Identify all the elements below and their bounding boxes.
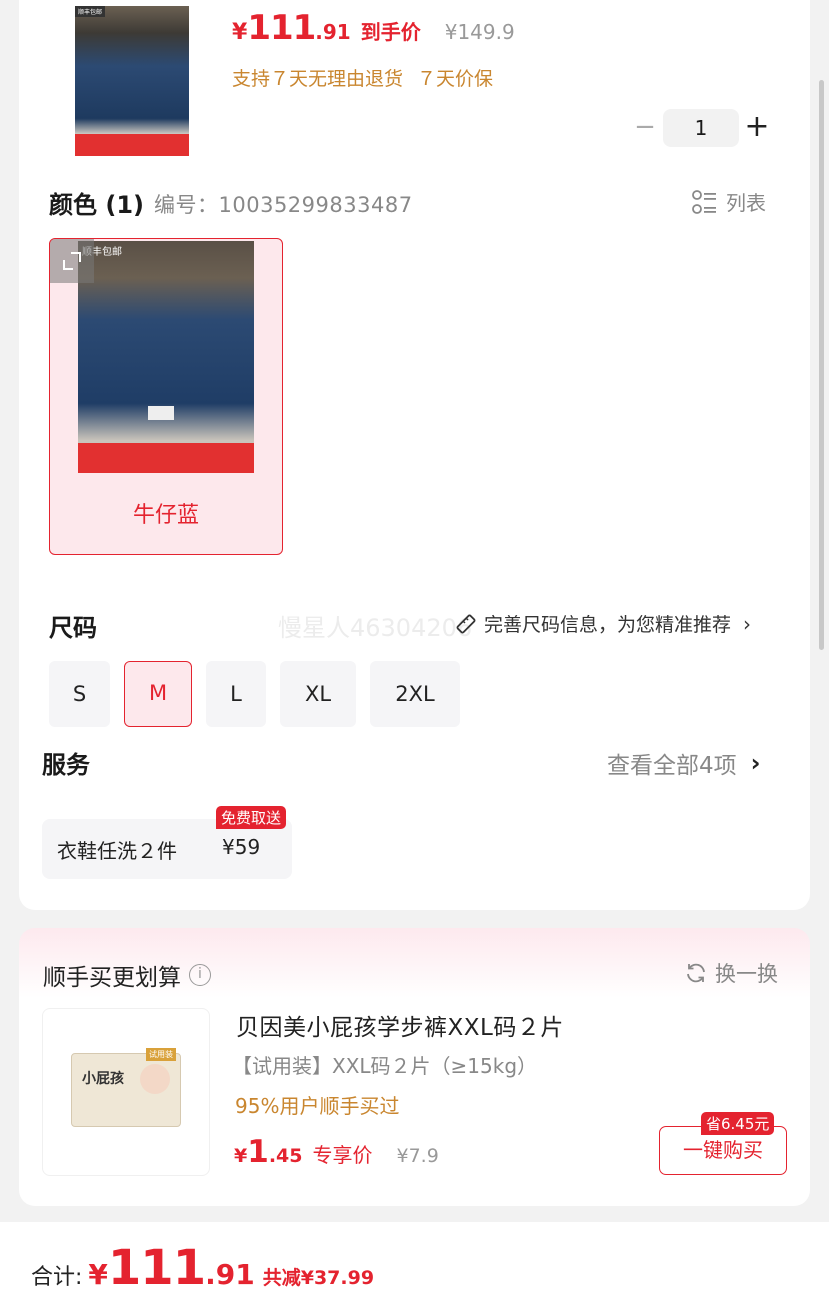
size-recommend-text: 完善尺码信息，为您精准推荐	[484, 614, 732, 636]
service-view-all-label: 查看全部4项	[607, 753, 737, 779]
service-view-all[interactable]: 查看全部4项 ›	[607, 746, 761, 780]
addon-title-text: 顺手买更划算	[43, 965, 181, 991]
addon-product-name[interactable]: 贝因美小屁孩学步裤XXL码２片	[236, 1008, 564, 1042]
total-decimal: .91	[205, 1258, 255, 1291]
swap-label: 换一换	[715, 962, 778, 986]
addon-price-row: ¥ 1 .45 专享价 ¥7.9	[234, 1134, 439, 1170]
price-protection: ７天价保	[417, 68, 494, 90]
scrollbar[interactable]	[819, 80, 824, 650]
increase-button[interactable]: +	[744, 108, 770, 148]
sku-number: 编号：10035299833487	[154, 193, 413, 217]
price-integer: 111	[247, 8, 316, 48]
addon-product-image[interactable]: 试用装 小屁孩	[42, 1008, 210, 1176]
total-integer: 111	[107, 1240, 206, 1296]
quantity-input[interactable]: 1	[663, 109, 739, 147]
addon-price-decimal: .45	[268, 1145, 303, 1167]
price-label: 到手价	[360, 20, 421, 44]
list-view-toggle[interactable]: 列表	[692, 187, 766, 216]
decrease-button[interactable]: −	[632, 108, 658, 148]
service-price: ¥59	[222, 835, 261, 859]
diaper-pack-image: 试用装 小屁孩	[71, 1048, 181, 1127]
price-currency: ¥	[232, 20, 248, 45]
original-price: ¥149.9	[444, 20, 515, 44]
size-option-m[interactable]: M	[124, 661, 192, 727]
addon-price-label: 专享价	[312, 1143, 373, 1167]
shipping-tag: 顺丰包邮	[75, 6, 106, 17]
size-option-l[interactable]: L	[206, 661, 266, 727]
pack-text: 小屁孩	[82, 1071, 124, 1087]
addon-users-text: 95%用户顺手买过	[235, 1094, 400, 1118]
total-label: 合计:	[31, 1265, 83, 1290]
service-badge: 免费取送	[216, 806, 287, 829]
swap-button[interactable]: 换一换	[684, 958, 778, 988]
addon-product-spec: 【试用装】XXL码２片（≥15kg）	[232, 1054, 538, 1078]
info-icon[interactable]: i	[189, 964, 211, 986]
size-option-xl[interactable]: XL	[280, 661, 356, 727]
service-name: 衣鞋任洗２件	[57, 839, 177, 863]
save-badge: 省6.45元	[701, 1112, 775, 1135]
addon-price-integer: 1	[247, 1134, 269, 1170]
chevron-right-icon: ›	[750, 749, 761, 777]
total-currency: ¥	[88, 1258, 108, 1291]
price-row: ¥ 111 .91 到手价 ¥149.9	[232, 8, 515, 48]
color-option-denim-blue[interactable]: 顺丰包邮 牛仔蓝	[49, 238, 283, 555]
size-section-title: 尺码	[49, 614, 97, 642]
list-label: 列表	[726, 191, 766, 215]
policy-row: 支持７天无理由退货 ７天价保	[232, 64, 493, 91]
size-option-2xl[interactable]: 2XL	[370, 661, 460, 727]
size-option-s[interactable]: S	[49, 661, 110, 727]
return-policy: 支持７天无理由退货	[232, 68, 404, 90]
price-decimal: .91	[315, 20, 351, 44]
addon-price-currency: ¥	[234, 1145, 248, 1167]
total-row: 合计: ¥ 111 .91 共减¥37.99	[31, 1240, 374, 1296]
chevron-right-icon: ›	[743, 611, 752, 636]
color-option-name: 牛仔蓝	[132, 503, 199, 528]
product-thumbnail: 顺丰包邮	[75, 6, 189, 156]
color-option-image	[78, 241, 254, 473]
color-section-title: 颜色 (1)	[49, 191, 144, 219]
addon-section-title: 顺手买更划算 i	[43, 958, 211, 992]
size-recommend-link[interactable]: 完善尺码信息，为您精准推荐 ›	[454, 610, 751, 637]
ruler-icon	[456, 614, 476, 633]
quantity-stepper: − 1 +	[632, 108, 782, 148]
expand-icon	[63, 252, 81, 270]
addon-original-price: ¥7.9	[396, 1145, 439, 1167]
zoom-button[interactable]	[50, 239, 94, 283]
refresh-icon	[687, 963, 705, 983]
watermark: 慢星人46304206	[278, 614, 473, 642]
pack-label: 试用装	[146, 1048, 176, 1061]
service-section-title: 服务	[42, 751, 90, 779]
total-discount: 共减¥37.99	[262, 1267, 375, 1289]
list-icon	[692, 189, 716, 214]
